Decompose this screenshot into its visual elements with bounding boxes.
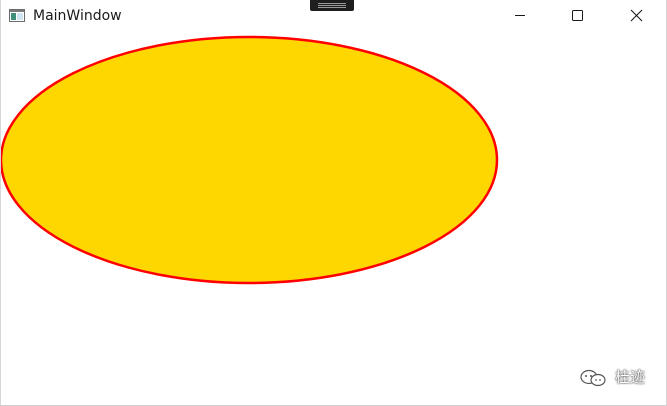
yellow-ellipse	[1, 35, 499, 285]
maximize-button[interactable]	[547, 0, 607, 32]
wechat-icon	[580, 369, 606, 387]
app-window-icon	[9, 9, 25, 22]
minimize-icon	[515, 15, 525, 16]
ellipse-canvas	[1, 35, 499, 285]
maximize-icon	[572, 10, 583, 21]
close-button[interactable]	[606, 0, 666, 32]
close-icon	[630, 9, 643, 22]
watermark-text: 桂迹	[615, 368, 646, 386]
drag-handle[interactable]	[310, 0, 354, 11]
window-title: MainWindow	[33, 8, 122, 24]
minimize-button[interactable]	[490, 0, 550, 32]
client-area	[1, 32, 666, 405]
main-window: MainWindow 桂迹	[0, 0, 667, 406]
title-bar[interactable]: MainWindow	[1, 0, 666, 32]
